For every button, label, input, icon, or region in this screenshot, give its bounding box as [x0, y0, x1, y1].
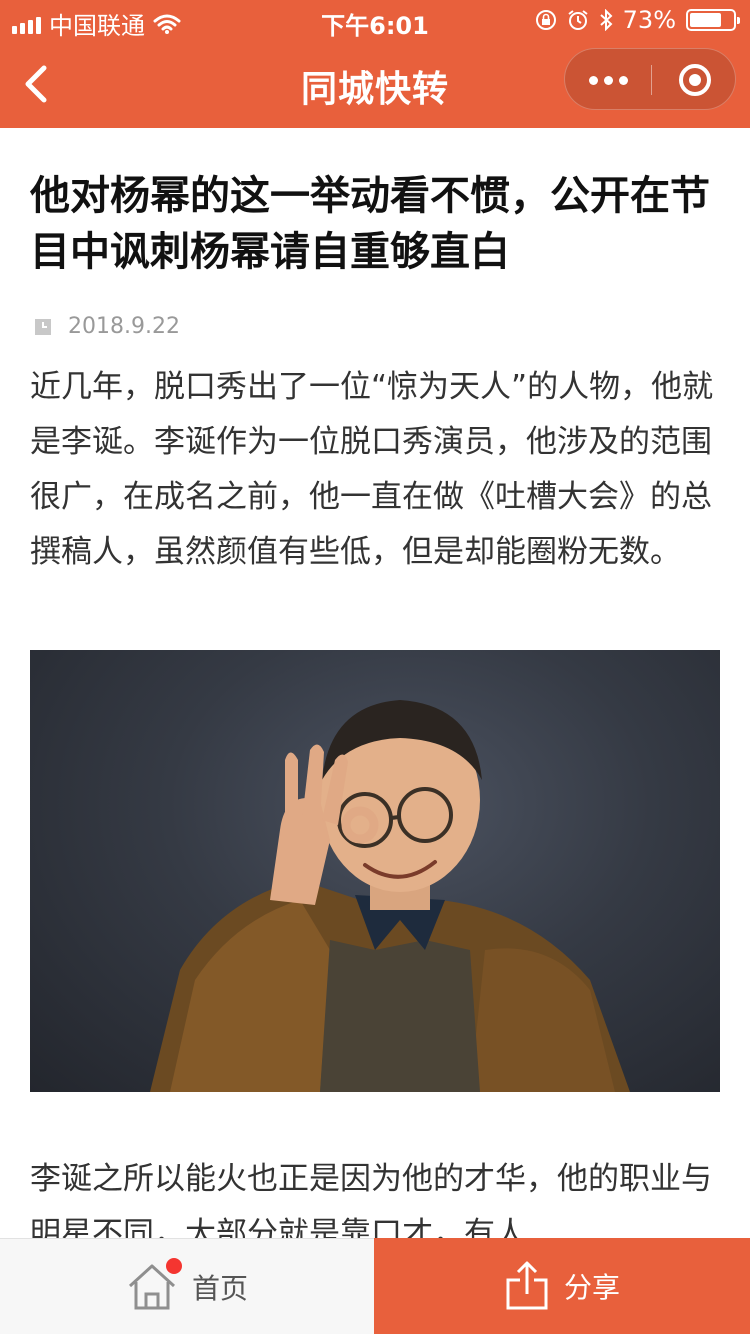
- article-paragraph: 近几年，脱口秀出了一位“惊为天人”的人物，他就是李诞。李诞作为一位脱口秀演员，他…: [30, 369, 714, 570]
- battery-fill: [690, 13, 721, 27]
- article-headline: 他对杨幂的这一举动看不惯，公开在节目中讽刺杨幂请自重够直白: [30, 173, 710, 275]
- nav-bar: 同城快转: [0, 40, 750, 128]
- tab-share[interactable]: 分享: [374, 1238, 750, 1334]
- battery-icon: [686, 9, 740, 31]
- battery-percent: 73%: [622, 6, 676, 34]
- lock-rotation-icon: [535, 10, 556, 30]
- tab-home[interactable]: 首页: [0, 1238, 374, 1334]
- article-photo[interactable]: [30, 650, 720, 1092]
- status-bar: 中国联通 下午6:01 73%: [0, 0, 750, 40]
- person-photo: [150, 700, 630, 1092]
- status-right: 73%: [535, 6, 740, 34]
- more-button[interactable]: [565, 49, 651, 111]
- more-icon: [588, 75, 598, 85]
- article-date: 2018.9.22: [68, 314, 180, 339]
- mini-program-capsule: [564, 48, 736, 110]
- tab-share-label: 分享: [563, 1271, 620, 1304]
- clock-icon: [35, 318, 51, 335]
- screen: 中国联通 下午6:01 73% 同城快转 他对杨幂的这一举动看不惯，公开在节目中…: [0, 0, 750, 1334]
- alarm-icon: [568, 10, 588, 30]
- share-icon: [506, 1261, 548, 1310]
- notification-badge: [165, 1257, 182, 1274]
- close-button[interactable]: [652, 49, 737, 111]
- article-meta: 2018.9.22: [34, 314, 180, 339]
- bluetooth-icon: [599, 9, 613, 31]
- tab-home-label: 首页: [191, 1271, 248, 1305]
- bottom-tabbar: 首页 分享: [0, 1238, 750, 1334]
- home-icon-wrap: [126, 1257, 182, 1312]
- close-target-icon: [678, 64, 711, 96]
